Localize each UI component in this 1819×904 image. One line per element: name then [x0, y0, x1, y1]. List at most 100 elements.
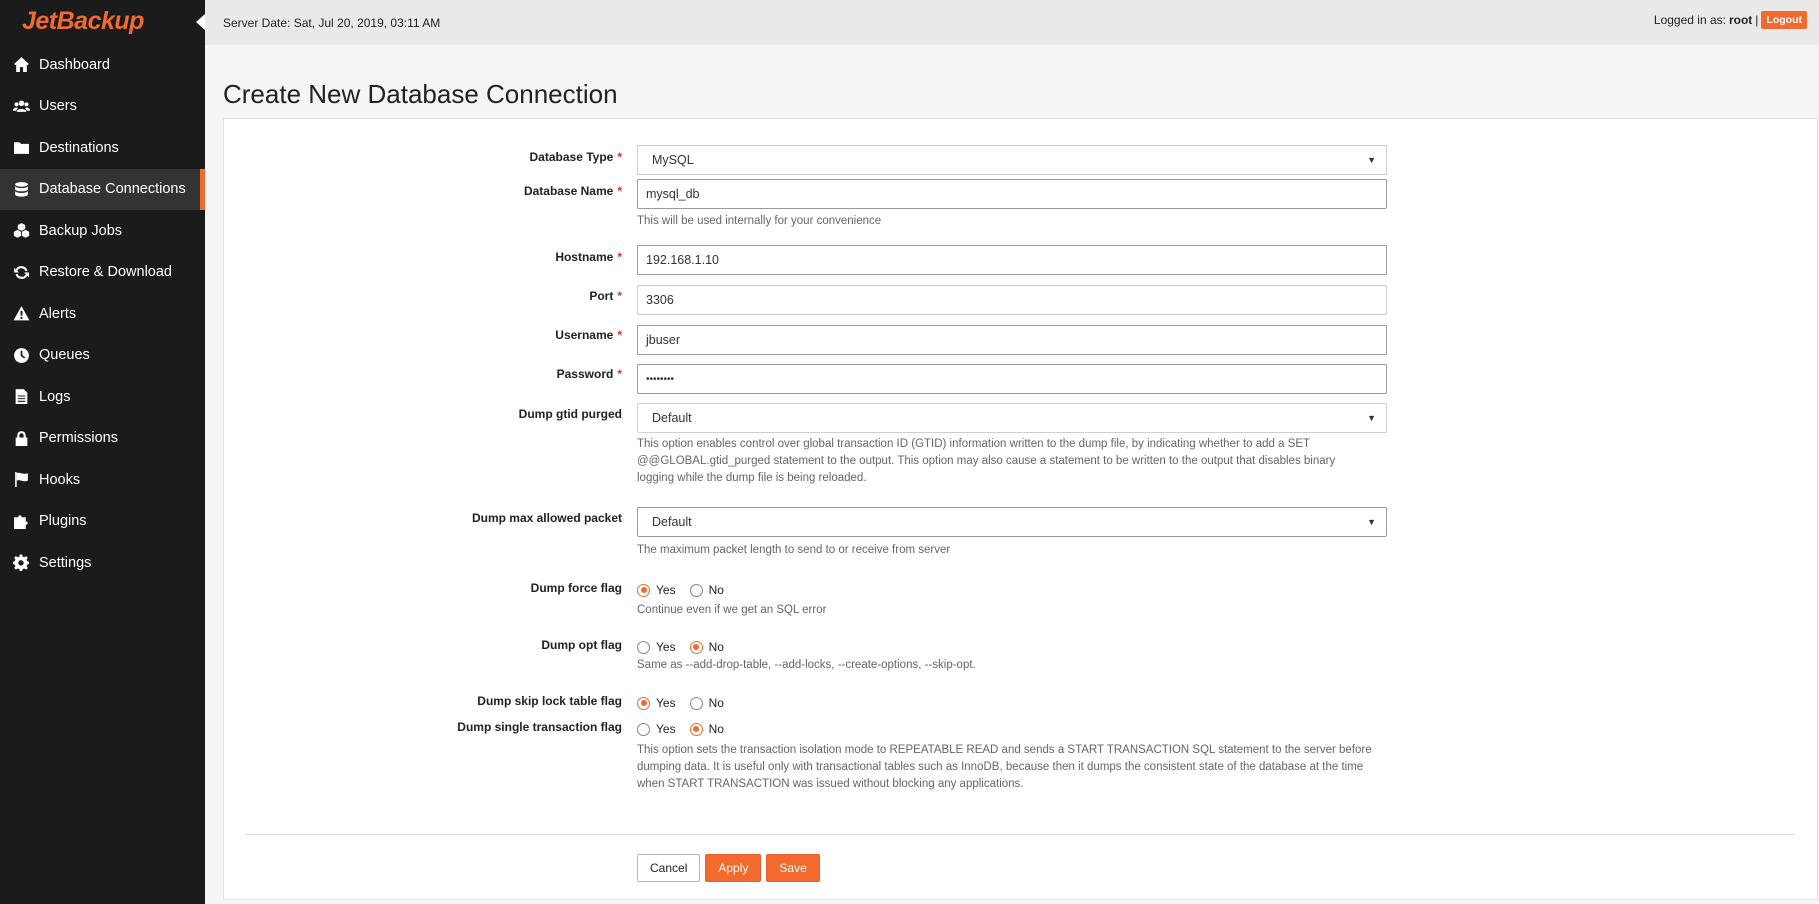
sidebar-notch	[196, 14, 205, 30]
dump-max-allowed-packet-label: Dump max allowed packet	[471, 511, 622, 525]
home-icon	[12, 56, 30, 74]
sidebar-item-label: Destinations	[39, 139, 119, 156]
sidebar-item-label: Settings	[39, 554, 92, 571]
cubes-icon	[12, 222, 30, 240]
radio-selected-icon	[637, 696, 650, 710]
username-label: Username *	[555, 328, 622, 342]
logo-text: JetBackup	[22, 6, 144, 35]
form-actions: Cancel Apply Save	[637, 854, 825, 882]
dump-force-flag-no[interactable]: No	[689, 583, 724, 597]
dump-skip-lock-table-flag-yes[interactable]: Yes	[637, 696, 676, 710]
top-bar: Server Date: Sat, Jul 20, 2019, 03:11 AM…	[205, 0, 1819, 45]
sidebar-item-dashboard[interactable]: Dashboard	[0, 44, 205, 86]
sidebar-item-label: Plugins	[39, 513, 87, 530]
dump-gtid-purged-select[interactable]: Default ▼	[637, 403, 1387, 433]
password-label: Password *	[556, 367, 622, 381]
user-info: Logged in as: root | Logout	[1653, 10, 1807, 29]
radio-selected-icon	[689, 722, 703, 736]
sidebar-item-label: Hooks	[39, 471, 81, 488]
sidebar-item-label: Logs	[39, 388, 71, 405]
dump-skip-lock-table-flag-radios: Yes No	[637, 694, 1387, 712]
dump-single-transaction-flag-yes[interactable]: Yes	[637, 722, 676, 736]
sidebar-item-label: Backup Jobs	[39, 222, 123, 239]
dump-opt-flag-label: Dump opt flag	[541, 638, 622, 652]
users-icon	[12, 97, 30, 115]
gear-icon	[12, 554, 30, 572]
password-input[interactable]: ••••••••	[637, 364, 1387, 394]
dump-force-flag-yes[interactable]: Yes	[637, 583, 676, 597]
port-label: Port *	[589, 289, 622, 303]
dump-single-transaction-flag-label: Dump single transaction flag	[457, 720, 622, 734]
sidebar-item-database-connections[interactable]: Database Connections	[0, 168, 205, 210]
sidebar-item-logs[interactable]: Logs	[0, 376, 205, 418]
sidebar-item-hooks[interactable]: Hooks	[0, 459, 205, 501]
sidebar-item-restore-download[interactable]: Restore & Download	[0, 252, 205, 294]
flag-icon	[12, 471, 30, 489]
dump-force-flag-help: Continue even if we get an SQL error	[637, 604, 827, 616]
dump-max-allowed-packet-select[interactable]: Default ▼	[637, 507, 1387, 537]
hostname-input[interactable]: 192.168.1.10	[637, 245, 1387, 275]
hostname-label: Hostname *	[555, 250, 622, 264]
apply-button[interactable]: Apply	[705, 854, 762, 882]
sidebar-item-alerts[interactable]: Alerts	[0, 293, 205, 335]
form-divider	[245, 834, 1795, 835]
dump-single-transaction-flag-no[interactable]: No	[689, 722, 724, 736]
lock-icon	[12, 429, 30, 447]
logo[interactable]: JetBackup	[0, 0, 205, 42]
username: root	[1728, 12, 1753, 27]
chevron-down-icon: ▼	[1367, 155, 1376, 165]
dump-max-allowed-packet-help: The maximum packet length to send to or …	[637, 544, 951, 556]
cancel-button[interactable]: Cancel	[637, 854, 701, 882]
logout-button[interactable]: Logout	[1761, 10, 1807, 29]
main-content: Create New Database Connection Database …	[205, 45, 1819, 904]
file-icon	[12, 388, 30, 406]
sidebar-item-label: Queues	[39, 347, 90, 364]
database-type-label: Database Type *	[529, 150, 622, 164]
dump-force-flag-label: Dump force flag	[530, 581, 622, 595]
database-name-input[interactable]: mysql_db	[637, 179, 1387, 209]
sidebar-item-queues[interactable]: Queues	[0, 335, 205, 377]
dump-gtid-purged-label: Dump gtid purged	[518, 407, 622, 421]
dump-single-transaction-flag-radios: Yes No	[637, 720, 1387, 738]
dump-opt-flag-radios: Yes No	[637, 638, 1387, 656]
dump-single-transaction-flag-help: This option sets the transaction isolati…	[637, 744, 1372, 790]
sidebar-item-backup-jobs[interactable]: Backup Jobs	[0, 210, 205, 252]
sidebar-item-permissions[interactable]: Permissions	[0, 418, 205, 460]
database-name-help: This will be used internally for your co…	[637, 215, 882, 227]
save-button[interactable]: Save	[766, 854, 820, 882]
folder-icon	[12, 139, 30, 157]
chevron-down-icon: ▼	[1367, 413, 1376, 423]
dump-gtid-purged-help: This option enables control over global …	[637, 438, 1336, 484]
sidebar-item-label: Permissions	[39, 430, 118, 447]
sidebar-item-label: Dashboard	[39, 56, 110, 73]
sidebar-nav: Dashboard Users Destinations Database Co…	[0, 44, 205, 584]
radio-empty-icon	[637, 640, 650, 654]
port-input[interactable]: 3306	[637, 285, 1387, 315]
sidebar-item-destinations[interactable]: Destinations	[0, 127, 205, 169]
refresh-icon	[12, 263, 30, 281]
sidebar-item-users[interactable]: Users	[0, 86, 205, 128]
sidebar-item-label: Alerts	[39, 305, 77, 322]
warning-icon	[12, 305, 30, 323]
page-title: Create New Database Connection	[223, 79, 618, 109]
dump-force-flag-radios: Yes No	[637, 581, 1387, 599]
logged-in-label: Logged in as:	[1653, 12, 1726, 27]
radio-empty-icon	[637, 722, 650, 736]
separator: |	[1755, 12, 1759, 27]
dump-skip-lock-table-flag-label: Dump skip lock table flag	[477, 694, 622, 708]
radio-selected-icon	[637, 583, 650, 597]
server-date: Server Date: Sat, Jul 20, 2019, 03:11 AM	[223, 15, 441, 30]
sidebar-item-plugins[interactable]: Plugins	[0, 501, 205, 543]
radio-empty-icon	[689, 696, 703, 710]
database-icon	[12, 180, 30, 198]
database-type-select[interactable]: MySQL ▼	[637, 145, 1387, 175]
dump-opt-flag-yes[interactable]: Yes	[637, 640, 676, 654]
dump-opt-flag-help: Same as --add-drop-table, --add-locks, -…	[637, 659, 976, 671]
sidebar-item-settings[interactable]: Settings	[0, 542, 205, 584]
sidebar-item-label: Restore & Download	[39, 264, 172, 281]
puzzle-icon	[12, 512, 30, 530]
username-input[interactable]: jbuser	[637, 325, 1387, 355]
dump-skip-lock-table-flag-no[interactable]: No	[689, 696, 724, 710]
dump-opt-flag-no[interactable]: No	[689, 640, 724, 654]
radio-selected-icon	[689, 640, 703, 654]
